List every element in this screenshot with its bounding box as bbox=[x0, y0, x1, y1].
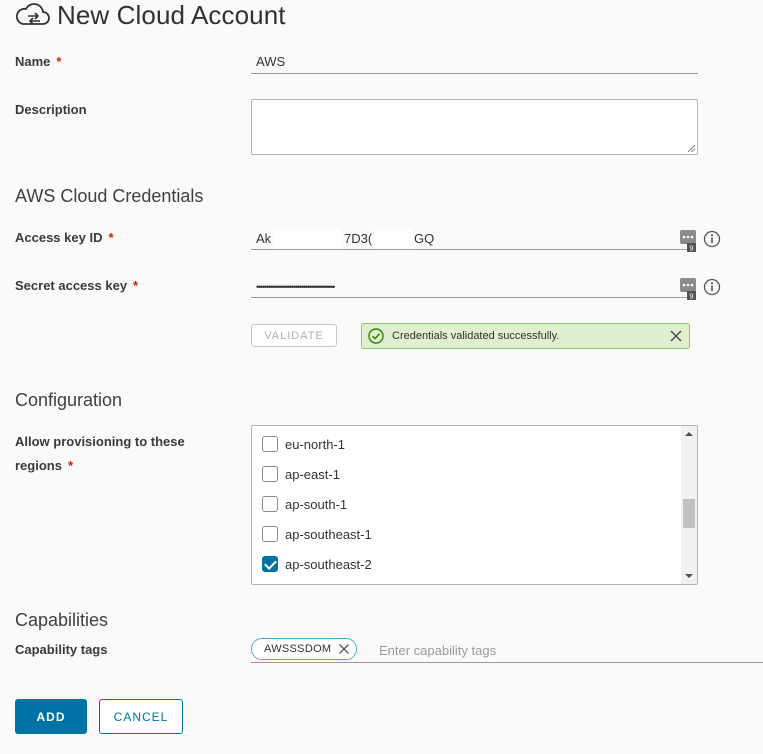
capability-tags-label: Capability tags bbox=[15, 642, 108, 657]
close-icon[interactable] bbox=[669, 329, 683, 343]
capability-tags-input[interactable] bbox=[379, 640, 679, 660]
configuration-section-title: Configuration bbox=[15, 390, 123, 410]
password-manager-icon[interactable]: 9 bbox=[680, 278, 696, 300]
capability-tags-field[interactable]: AWSSSDOM bbox=[251, 638, 763, 663]
region-item-eu-north-1[interactable]: eu-north-1 bbox=[262, 435, 345, 453]
name-label: Name * bbox=[15, 54, 62, 69]
regions-label: Allow provisioning to these regions * bbox=[15, 434, 185, 473]
svg-text:9: 9 bbox=[690, 294, 694, 301]
name-input[interactable] bbox=[251, 50, 698, 74]
region-checkbox[interactable] bbox=[262, 466, 278, 482]
region-checkbox[interactable] bbox=[262, 436, 278, 452]
remove-tag-icon[interactable] bbox=[338, 643, 350, 655]
region-item-ap-east-1[interactable]: ap-east-1 bbox=[262, 465, 340, 483]
cancel-button[interactable]: CANCEL bbox=[99, 699, 183, 734]
success-alert: Credentials validated successfully. bbox=[361, 323, 690, 349]
regions-scrollbar[interactable] bbox=[681, 426, 697, 584]
access-key-input[interactable]: Ak 7D3( GQ bbox=[251, 229, 688, 250]
validate-button[interactable]: VALIDATE bbox=[251, 324, 337, 347]
alert-text: Credentials validated successfully. bbox=[392, 330, 560, 342]
capability-tag: AWSSSDOM bbox=[251, 638, 358, 660]
secret-key-input[interactable]: •••••••••••••••••••••••••••••••••••••••• bbox=[251, 277, 688, 298]
info-icon[interactable] bbox=[703, 230, 721, 248]
password-manager-icon[interactable]: 9 bbox=[680, 230, 696, 252]
page-title: New Cloud Account bbox=[57, 0, 286, 30]
info-icon[interactable] bbox=[703, 278, 721, 296]
required-marker: * bbox=[133, 278, 139, 293]
region-checkbox[interactable] bbox=[262, 496, 278, 512]
region-item-ap-south-1[interactable]: ap-south-1 bbox=[262, 495, 347, 513]
description-textarea[interactable] bbox=[251, 99, 698, 155]
check-circle-icon bbox=[368, 328, 384, 344]
add-button[interactable]: ADD bbox=[15, 699, 87, 734]
required-marker: * bbox=[108, 230, 114, 245]
region-checkbox-checked[interactable] bbox=[262, 556, 278, 572]
region-checkbox[interactable] bbox=[262, 526, 278, 542]
scroll-up-arrow-icon[interactable] bbox=[685, 432, 693, 436]
capabilities-section-title: Capabilities bbox=[15, 610, 109, 630]
secret-key-label: Secret access key * bbox=[15, 278, 139, 293]
cloud-sync-icon bbox=[15, 3, 50, 25]
access-key-label: Access key ID * bbox=[15, 230, 114, 245]
svg-text:9: 9 bbox=[690, 246, 694, 253]
required-marker: * bbox=[67, 458, 74, 473]
page-header: New Cloud Account bbox=[14, 0, 286, 30]
region-item-ap-southeast-1[interactable]: ap-southeast-1 bbox=[262, 525, 372, 543]
description-label: Description bbox=[15, 102, 87, 117]
region-item-ap-southeast-2[interactable]: ap-southeast-2 bbox=[262, 555, 372, 573]
regions-list[interactable]: eu-north-1 ap-east-1 ap-south-1 ap-south… bbox=[251, 425, 698, 585]
scroll-down-arrow-icon[interactable] bbox=[685, 574, 693, 578]
required-marker: * bbox=[56, 54, 62, 69]
credentials-section-title: AWS Cloud Credentials bbox=[15, 186, 204, 206]
scrollbar-thumb[interactable] bbox=[683, 499, 695, 528]
